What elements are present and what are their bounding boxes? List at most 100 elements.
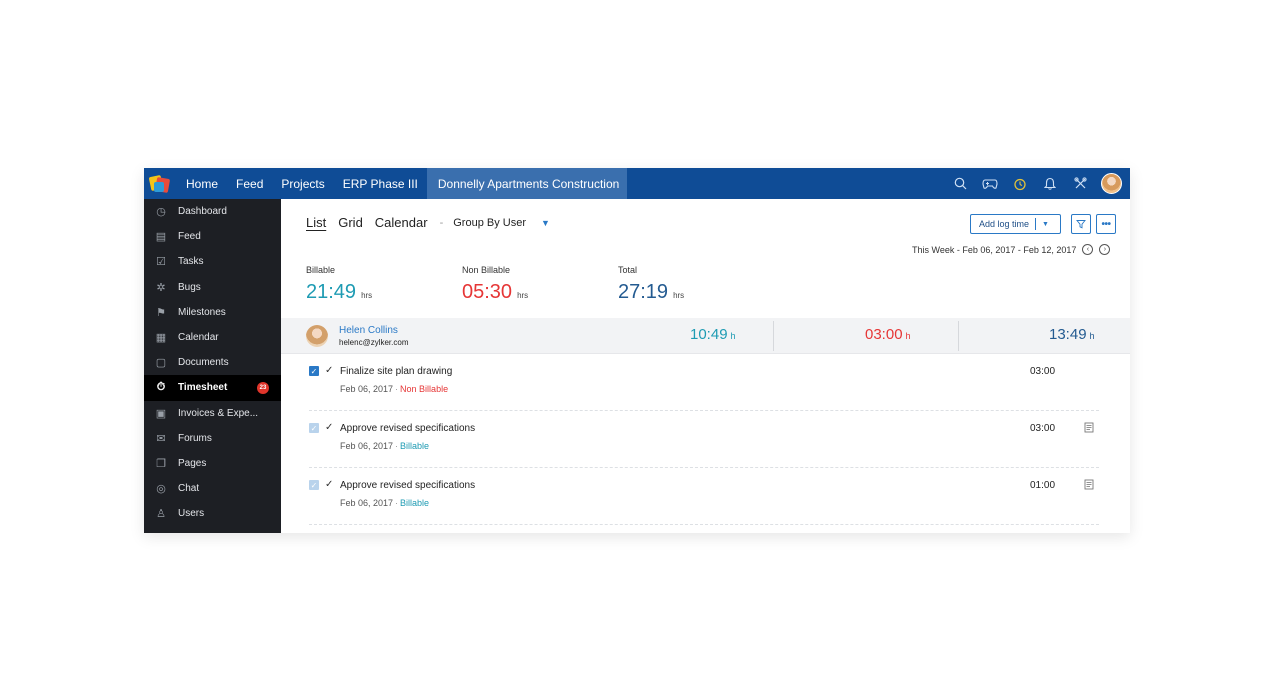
user-billable: 10:49 h [690, 326, 736, 343]
billable-stat: Billable 21:49 hrs [306, 265, 372, 304]
sidebar-item-label: Milestones [178, 306, 226, 318]
filter-icon [1076, 220, 1086, 229]
alarm-clock-icon[interactable] [1005, 168, 1035, 199]
check-icon: ✓ [325, 479, 334, 490]
group-by-user-dropdown[interactable]: Group By User ▼ [453, 217, 562, 229]
sidebar-item-label: Dashboard [178, 206, 227, 218]
sidebar-item-label: Tasks [178, 256, 204, 268]
tasks-icon: ☑ [156, 256, 166, 269]
task-checkbox[interactable]: ✓ [309, 366, 319, 376]
user-avatar[interactable] [1101, 173, 1122, 194]
sidebar-item-invoices-expe[interactable]: ▣ Invoices & Expe... [144, 401, 281, 426]
app-logo[interactable] [144, 168, 176, 199]
task-name[interactable]: Approve revised specifications [340, 423, 475, 434]
chevron-right-icon[interactable]: › [1099, 244, 1111, 255]
chevron-left-icon[interactable]: ‹ [1082, 244, 1094, 255]
bug-icon: ✲ [156, 281, 166, 294]
task-date: Feb 06, 2017 [340, 441, 394, 451]
more-options-button[interactable]: ••• [1096, 214, 1116, 234]
table-row[interactable]: ✓ ✓ Finalize site plan drawing Feb 06, 2017… [309, 354, 1099, 411]
task-checkbox[interactable]: ✓ [309, 480, 319, 490]
note-icon[interactable] [1084, 422, 1094, 436]
nav-projects[interactable]: Projects [272, 168, 333, 199]
task-meta: Feb 06, 2017 · Billable [340, 498, 429, 508]
sidebar-item-label: Feed [178, 231, 201, 243]
user-name[interactable]: Helen Collins [339, 325, 398, 336]
gamepad-icon[interactable] [975, 168, 1005, 199]
chat-icon: ◎ [156, 483, 166, 496]
sidebar-item-label: Timesheet [178, 382, 228, 394]
sidebar-item-users[interactable]: ♙ Users [144, 501, 281, 526]
search-icon[interactable] [945, 168, 975, 199]
view-list-tab[interactable]: List [306, 215, 326, 230]
view-separator: - [439, 216, 444, 229]
sidebar-item-label: Forums [178, 432, 212, 444]
sidebar-item-chat[interactable]: ◎ Chat [144, 476, 281, 501]
divider [958, 321, 959, 351]
sidebar-item-tasks[interactable]: ☑ Tasks [144, 249, 281, 274]
avatar [306, 325, 328, 347]
note-icon[interactable] [1084, 479, 1094, 493]
task-checkbox[interactable]: ✓ [309, 423, 319, 433]
nav-donnelly-apartments[interactable]: Donnelly Apartments Construction [426, 168, 628, 199]
notification-badge: 23 [257, 381, 269, 394]
billing-type: Billable [400, 441, 430, 451]
user-summary-row[interactable]: Helen Collins helenc@zylker.com 10:49 h 0… [281, 318, 1130, 354]
divider [773, 321, 774, 351]
table-row[interactable]: ✓ ✓ Approve revised specifications Feb 06, … [309, 468, 1099, 525]
task-name[interactable]: Finalize site plan drawing [340, 366, 452, 377]
sidebar-item-label: Calendar [178, 332, 219, 344]
user-billable-value: 10:49 [690, 326, 728, 343]
sidebar-item-feed[interactable]: ▤ Feed [144, 224, 281, 249]
tools-icon[interactable] [1065, 168, 1095, 199]
signpost-icon: ⚑ [156, 306, 166, 319]
user-total-value: 13:49 [1049, 326, 1087, 343]
sidebar-item-dashboard[interactable]: ◷ Dashboard [144, 199, 281, 224]
sidebar-item-label: Documents [178, 357, 229, 369]
caret-down-icon: ▼ [540, 217, 550, 228]
sidebar-item-label: Invoices & Expe... [178, 407, 259, 419]
sidebar-item-documents[interactable]: ▢ Documents [144, 350, 281, 375]
view-calendar-tab[interactable]: Calendar [375, 215, 428, 230]
calendar-icon: ▦ [155, 332, 167, 345]
feed-icon: ▤ [155, 231, 167, 244]
sidebar-item-pages[interactable]: ❐ Pages [144, 451, 281, 476]
non-billable-value: 05:30 [462, 281, 513, 303]
meta-separator: · [395, 384, 399, 394]
top-navbar: Home Feed Projects ERP Phase III Donnell… [144, 168, 1130, 199]
sidebar-item-forums[interactable]: ✉ Forums [144, 426, 281, 451]
nav-home[interactable]: Home [176, 168, 227, 199]
user-email: helenc@zylker.com [339, 338, 409, 347]
date-range: This Week - Feb 06, 2017 - Feb 12, 2017 … [912, 244, 1111, 255]
nav-erp-phase-iii[interactable]: ERP Phase III [334, 168, 427, 199]
user-total: 13:49 h [1049, 326, 1095, 343]
add-log-time-button[interactable]: Add log time ▼ [970, 214, 1061, 234]
task-name[interactable]: Approve revised specifications [340, 480, 475, 491]
task-time: 03:00 [1030, 423, 1056, 434]
sidebar-item-bugs[interactable]: ✲ Bugs [144, 275, 281, 300]
task-date: Feb 06, 2017 [340, 498, 394, 508]
sidebar-item-timesheet[interactable]: ⏱ Timesheet 23 [144, 375, 281, 401]
sidebar-item-label: Pages [178, 457, 207, 469]
bell-icon[interactable] [1035, 168, 1065, 199]
non-billable-label: Non Billable [462, 265, 511, 275]
billing-type: Non Billable [400, 384, 449, 394]
non-billable-stat: Non Billable 05:30 hrs [462, 265, 528, 304]
view-grid-tab[interactable]: Grid [338, 215, 363, 230]
pages-icon: ❐ [156, 457, 166, 470]
billing-type: Billable [400, 498, 430, 508]
sidebar-item-milestones[interactable]: ⚑ Milestones [144, 300, 281, 325]
caret-down-icon[interactable]: ▼ [1036, 221, 1055, 228]
filter-button[interactable] [1071, 214, 1091, 234]
group-by-label: Group By User [453, 216, 526, 229]
add-log-time-label: Add log time [979, 219, 1030, 229]
user-non-billable-value: 03:00 [865, 326, 903, 343]
task-meta: Feb 06, 2017 · Non Billable [340, 384, 448, 394]
date-range-label: This Week - Feb 06, 2017 - Feb 12, 2017 [912, 244, 1077, 255]
task-date: Feb 06, 2017 [340, 384, 394, 394]
sidebar-item-calendar[interactable]: ▦ Calendar [144, 325, 281, 350]
nav-feed[interactable]: Feed [227, 168, 272, 199]
table-row[interactable]: ✓ ✓ Approve revised specifications Feb 06, … [309, 411, 1099, 468]
billable-unit: hrs [361, 291, 373, 300]
task-time: 03:00 [1030, 366, 1056, 377]
